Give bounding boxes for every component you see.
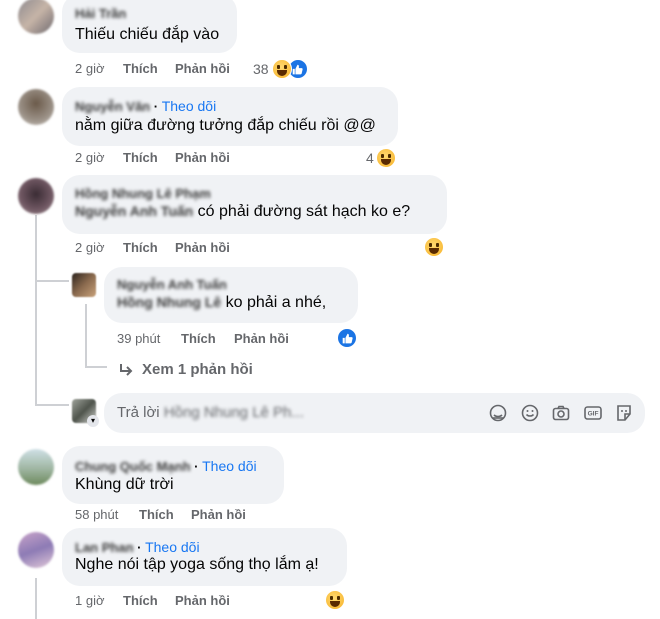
reaction-summary[interactable]: 38 xyxy=(253,59,308,79)
reaction-count: 4 xyxy=(366,150,374,166)
comment-text: Hồng Nhung Lê ko phải a nhé, xyxy=(117,294,327,311)
like-button[interactable]: Thích xyxy=(139,507,174,522)
like-icon xyxy=(337,328,357,348)
avatar[interactable] xyxy=(72,273,96,297)
thread-line xyxy=(35,578,37,619)
reaction-summary[interactable] xyxy=(337,328,357,348)
view-more-replies[interactable]: Xem 1 phản hồi xyxy=(118,361,253,378)
haha-icon xyxy=(375,148,396,168)
thread-line xyxy=(85,304,87,366)
timestamp[interactable]: 2 giờ xyxy=(75,150,105,165)
reply-button[interactable]: Phản hồi xyxy=(175,61,230,76)
thread-line xyxy=(35,215,37,405)
reply-button[interactable]: Phản hồi xyxy=(234,331,289,346)
svg-text:GIF: GIF xyxy=(588,411,599,418)
avatar[interactable] xyxy=(18,89,54,125)
timestamp[interactable]: 58 phút xyxy=(75,507,118,522)
timestamp[interactable]: 39 phút xyxy=(117,331,160,346)
thread-branch xyxy=(35,404,69,406)
reaction-count: 38 xyxy=(253,61,269,77)
thread-branch xyxy=(85,366,107,368)
comment-bubble xyxy=(62,446,284,504)
comment-text: Thiếu chiếu đắp vào xyxy=(75,26,220,43)
reaction-summary[interactable]: 4 xyxy=(366,148,396,168)
thread-branch xyxy=(35,280,69,282)
haha-icon xyxy=(271,59,292,79)
avatar-dropdown-icon[interactable]: ▾ xyxy=(87,415,99,427)
avatar-sticker-icon[interactable] xyxy=(488,403,508,423)
mention-link[interactable]: Hồng Nhung Lê xyxy=(117,294,221,310)
avatar[interactable] xyxy=(18,532,54,568)
follow-button[interactable]: Theo dõi xyxy=(162,98,216,114)
like-button[interactable]: Thích xyxy=(123,240,158,255)
avatar[interactable] xyxy=(18,449,54,485)
emoji-icon[interactable] xyxy=(520,403,540,423)
like-button[interactable]: Thích xyxy=(123,593,158,608)
comment-text: Khùng dữ trời xyxy=(75,476,174,493)
timestamp[interactable]: 2 giờ xyxy=(75,240,105,255)
author-name[interactable]: Nguyễn Văn xyxy=(75,99,150,114)
follow-button[interactable]: Theo dõi xyxy=(145,539,199,555)
reaction-summary[interactable] xyxy=(424,237,444,257)
reply-input-placeholder: Trả lời Hồng Nhung Lê Ph... xyxy=(117,404,304,421)
timestamp[interactable]: 1 giờ xyxy=(75,593,105,608)
reaction-summary[interactable] xyxy=(325,590,345,610)
comment-text: nằm giữa đường tưởng đắp chiếu rồi @@ xyxy=(75,117,376,134)
camera-icon[interactable] xyxy=(551,403,571,423)
avatar[interactable] xyxy=(18,0,54,34)
author-name[interactable]: Hải Trần xyxy=(75,6,126,21)
haha-icon xyxy=(424,237,444,257)
author-name[interactable]: Hồng Nhung Lê Phạm xyxy=(75,186,211,201)
sticker-icon[interactable] xyxy=(614,403,634,423)
mention-link[interactable]: Nguyễn Anh Tuấn xyxy=(75,203,193,219)
reply-button[interactable]: Phản hồi xyxy=(175,240,230,255)
reply-arrow-icon xyxy=(120,363,133,376)
author-name[interactable]: Nguyễn Anh Tuấn xyxy=(117,277,227,292)
follow-button[interactable]: Theo dõi xyxy=(202,458,256,474)
like-button[interactable]: Thích xyxy=(123,150,158,165)
avatar[interactable] xyxy=(18,178,54,214)
author-name[interactable]: Lan Phan xyxy=(75,540,134,555)
comment-text: Nguyễn Anh Tuấn có phải đường sát hạch k… xyxy=(75,203,411,220)
like-button[interactable]: Thích xyxy=(123,61,158,76)
reply-button[interactable]: Phản hồi xyxy=(175,150,230,165)
like-button[interactable]: Thích xyxy=(181,331,216,346)
gif-icon[interactable]: GIF xyxy=(583,403,603,423)
reply-button[interactable]: Phản hồi xyxy=(191,507,246,522)
reply-button[interactable]: Phản hồi xyxy=(175,593,230,608)
haha-icon xyxy=(325,590,345,610)
author-name[interactable]: Chung Quốc Mạnh xyxy=(75,459,191,474)
timestamp[interactable]: 2 giờ xyxy=(75,61,105,76)
comment-text: Nghe nói tập yoga sống thọ lắm ạ! xyxy=(75,556,319,573)
